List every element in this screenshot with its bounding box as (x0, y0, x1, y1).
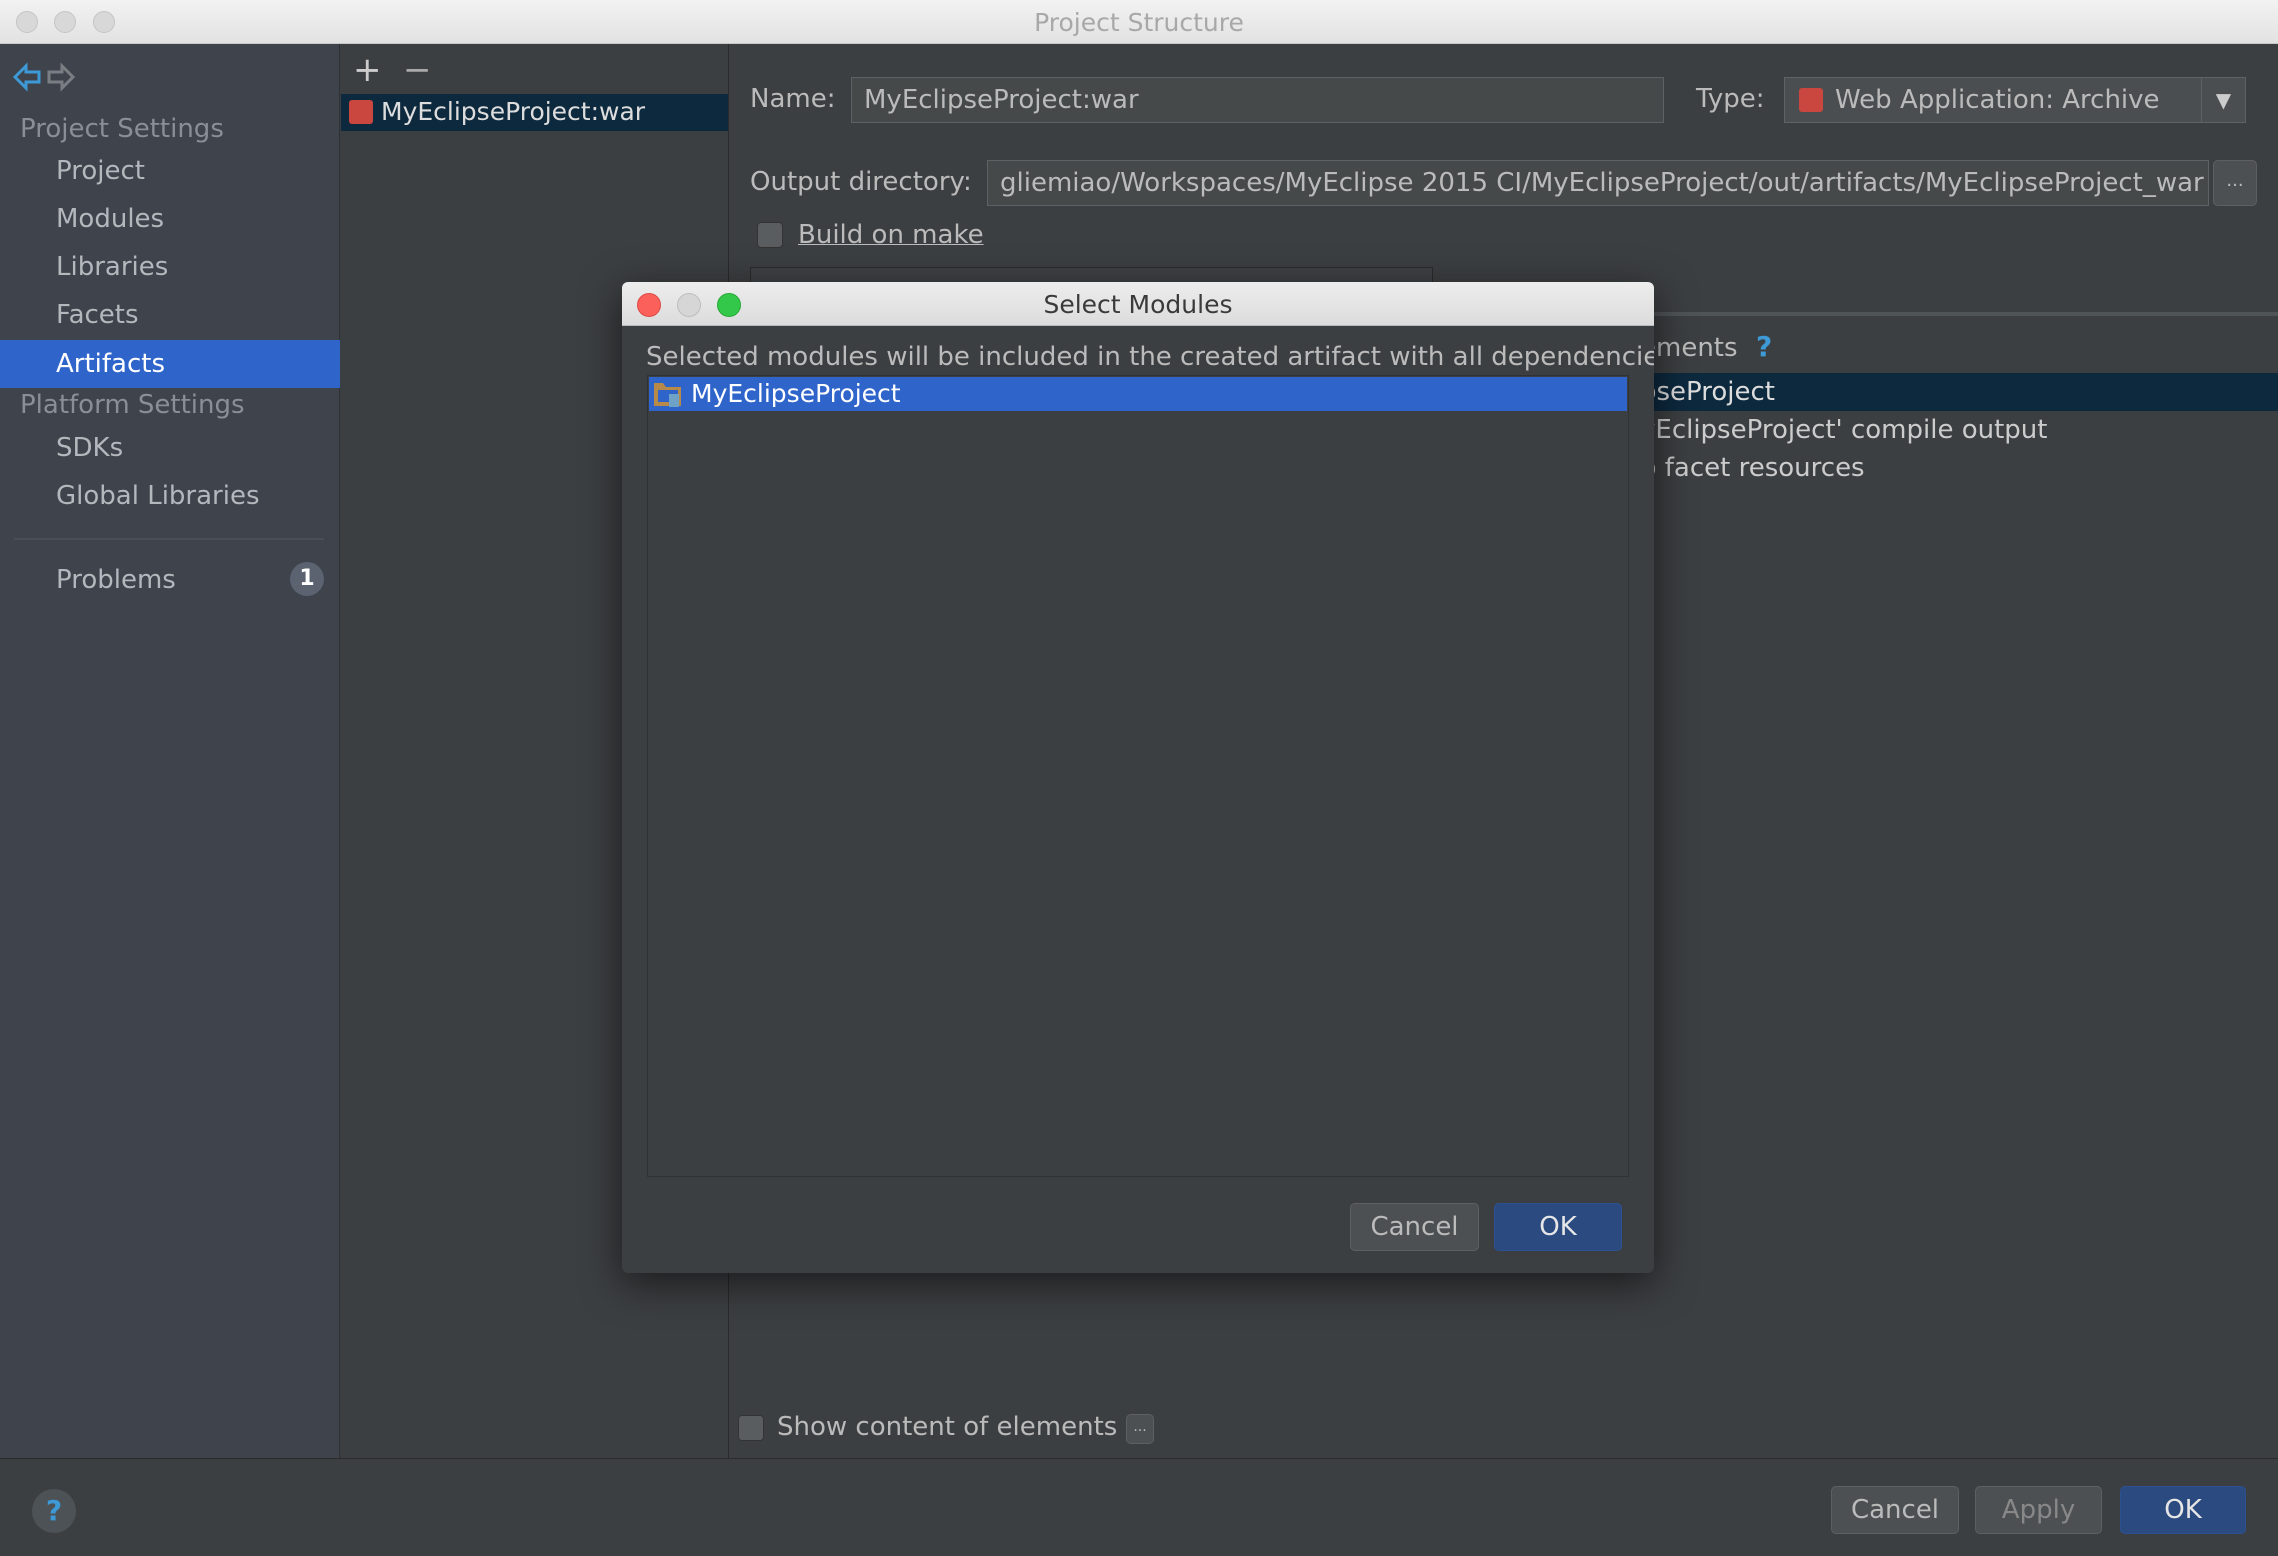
name-label: Name: (750, 84, 836, 114)
sidebar-item-problems[interactable]: Problems (0, 556, 340, 604)
add-artifact-button[interactable]: + (353, 50, 382, 90)
cancel-button[interactable]: Cancel (1831, 1486, 1959, 1534)
sidebar-item-libraries[interactable]: Libraries (0, 243, 340, 291)
dialog-title: Select Modules (1043, 290, 1233, 319)
output-directory-label: Output directory: (750, 167, 972, 197)
module-list-item[interactable]: MyEclipseProject (649, 377, 1627, 411)
modules-list[interactable]: MyEclipseProject (647, 375, 1629, 1177)
bottom-bar: ? Cancel Apply OK (0, 1458, 2278, 1556)
select-modules-dialog: Select Modules Selected modules will be … (622, 282, 1654, 1273)
ok-button[interactable]: OK (2120, 1486, 2246, 1534)
tree-item[interactable]: b facet resources (1640, 453, 1865, 483)
window-title: Project Structure (1034, 8, 1244, 37)
apply-button[interactable]: Apply (1975, 1486, 2102, 1534)
browse-output-button[interactable]: ... (2213, 160, 2257, 206)
dialog-ok-button[interactable]: OK (1494, 1203, 1622, 1251)
tree-item[interactable]: yEclipseProject' compile output (1640, 415, 2047, 445)
chevron-down-icon: ▼ (2201, 78, 2245, 122)
remove-artifact-button[interactable]: − (403, 50, 432, 90)
name-input[interactable]: MyEclipseProject:war (851, 77, 1664, 123)
sidebar-item-sdks[interactable]: SDKs (0, 424, 340, 472)
window-titlebar: Project Structure (0, 0, 2278, 44)
type-label: Type: (1696, 84, 1765, 114)
help-button[interactable]: ? (32, 1489, 76, 1533)
sidebar-item-global-libraries[interactable]: Global Libraries (0, 472, 340, 520)
module-folder-icon (654, 383, 681, 407)
artifact-list-item[interactable]: MyEclipseProject:war (341, 94, 728, 131)
show-content-label[interactable]: Show content of elements (777, 1412, 1117, 1442)
sidebar-item-artifacts[interactable]: Artifacts (0, 340, 340, 388)
tree-item[interactable]: pseProject (1640, 377, 1775, 407)
artifact-name: MyEclipseProject:war (381, 97, 646, 126)
divider (14, 538, 324, 540)
module-name: MyEclipseProject (691, 379, 901, 408)
show-content-options-button[interactable]: ... (1126, 1414, 1154, 1444)
sidebar-item-project[interactable]: Project (0, 147, 340, 195)
build-on-make-label[interactable]: Build on make (798, 220, 984, 250)
problems-count-badge: 1 (290, 562, 324, 596)
section-project-settings: Project Settings (20, 114, 224, 144)
dialog-cancel-button[interactable]: Cancel (1350, 1203, 1479, 1251)
sidebar-item-facets[interactable]: Facets (0, 291, 340, 339)
dialog-titlebar: Select Modules (622, 282, 1654, 326)
type-select[interactable]: Web Application: Archive ▼ (1784, 77, 2246, 123)
war-artifact-icon (349, 100, 373, 124)
sidebar: Project Settings Project Modules Librari… (0, 44, 340, 1458)
problems-label: Problems (56, 565, 176, 595)
section-platform-settings: Platform Settings (20, 390, 245, 420)
output-directory-input[interactable]: gliemiao/Workspaces/MyEclipse 2015 CI/My… (987, 160, 2209, 206)
forward-arrow-icon[interactable] (46, 62, 76, 92)
dialog-description: Selected modules will be included in the… (646, 342, 1654, 372)
build-on-make-checkbox[interactable] (757, 222, 783, 248)
available-elements-header: ements (1640, 333, 1738, 363)
help-icon[interactable]: ? (1756, 330, 1772, 363)
back-arrow-icon[interactable] (12, 62, 42, 92)
show-content-checkbox[interactable] (738, 1415, 764, 1441)
war-artifact-icon (1799, 88, 1823, 112)
sidebar-item-modules[interactable]: Modules (0, 195, 340, 243)
type-value: Web Application: Archive (1835, 85, 2160, 115)
